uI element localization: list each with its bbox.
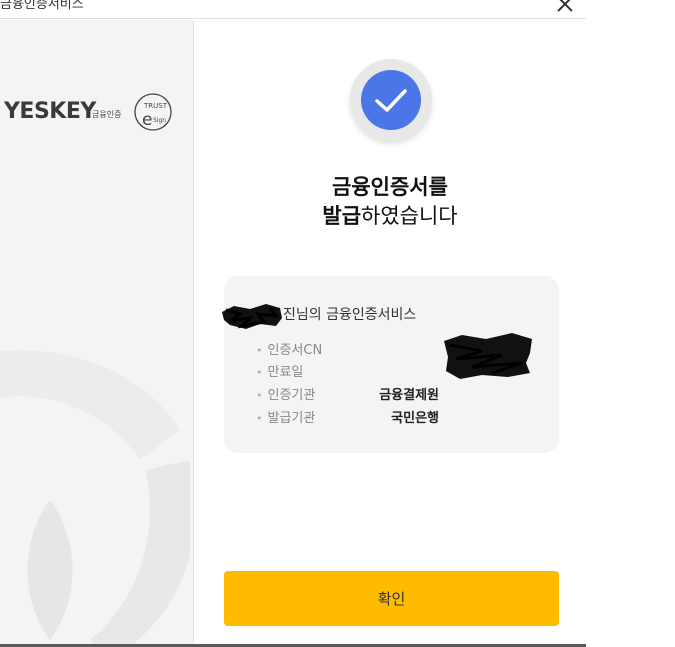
svg-text:TRUST: TRUST: [143, 102, 168, 110]
field-value-issuer: 국민은행: [391, 411, 439, 426]
headline-line-1: 금융인증서를: [332, 175, 448, 199]
check-icon: [361, 70, 421, 130]
certificate-dialog: 금융인증서비스 YESKEY 금융인증 TRUST e Sign 금융인증서를 …: [0, 0, 586, 647]
window-title: 금융인증서비스: [0, 0, 84, 12]
field-value-ca: 금융결제원: [379, 388, 439, 403]
field-label-expiry: • 만료일: [256, 365, 304, 380]
redacted-values: [444, 333, 532, 379]
brand-panel: YESKEY 금융인증 TRUST e Sign: [0, 20, 194, 644]
owner-suffix: 진님의 금융인증서비스: [283, 307, 417, 323]
headline-rest: 하였습니다: [361, 204, 458, 228]
field-label-issuer: • 발급기관: [256, 411, 316, 426]
svg-text:Sign: Sign: [153, 117, 166, 124]
redacted-name: [222, 304, 282, 329]
close-icon[interactable]: [552, 0, 578, 18]
confirm-button[interactable]: 확인: [224, 571, 559, 626]
field-label-ca: • 인증기관: [256, 388, 316, 403]
title-bar: 금융인증서비스: [0, 0, 586, 19]
decorative-emblem: [0, 350, 190, 644]
yeskey-subtitle: 금융인증: [92, 110, 122, 119]
yeskey-logo: YESKEY: [4, 99, 96, 124]
trust-esign-logo: TRUST e Sign: [134, 93, 172, 131]
headline-bold: 발급: [322, 204, 362, 228]
field-label-cn: • 인증서CN: [256, 343, 323, 358]
svg-text:e: e: [142, 110, 152, 130]
headline-line-2: 발급하였습니다: [194, 200, 586, 230]
